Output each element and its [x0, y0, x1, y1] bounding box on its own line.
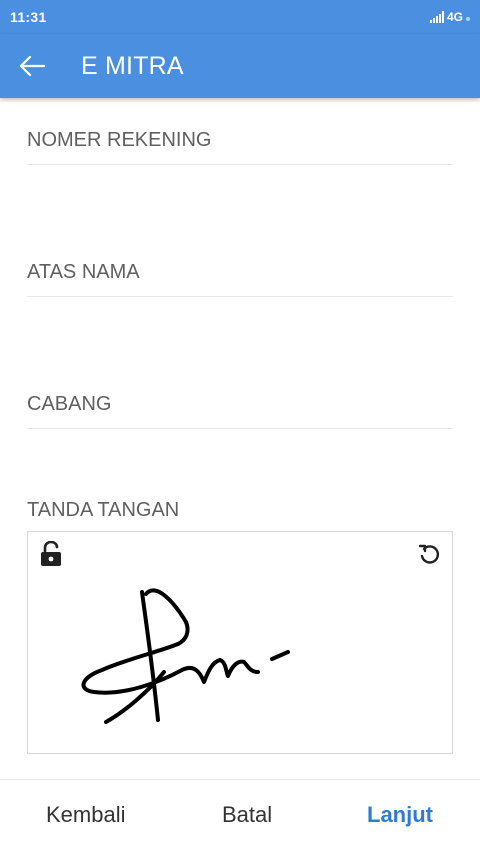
- network-type: 4G: [446, 10, 463, 24]
- status-time: 11:31: [10, 9, 47, 25]
- signature-drawing: [81, 588, 290, 724]
- account-number-field[interactable]: NOMER REKENING: [27, 129, 453, 165]
- undo-icon[interactable]: [418, 543, 440, 565]
- next-button[interactable]: Lanjut: [367, 802, 433, 828]
- signature-pad[interactable]: [27, 531, 453, 754]
- unlock-icon[interactable]: [39, 541, 63, 567]
- signature-label: TANDA TANGAN: [27, 499, 180, 521]
- status-indicators: 4G: [429, 10, 470, 24]
- branch-field[interactable]: CABANG: [27, 393, 453, 429]
- app-bar: E MITRA: [0, 34, 480, 98]
- page-title: E MITRA: [81, 51, 184, 80]
- network-activity-icon: [466, 17, 470, 21]
- back-arrow-button[interactable]: [0, 34, 64, 98]
- bottom-action-bar: Kembali Batal Lanjut: [0, 779, 480, 853]
- arrow-left-icon: [19, 55, 45, 77]
- account-name-field[interactable]: ATAS NAMA: [27, 261, 453, 297]
- status-bar: 11:31 4G: [0, 0, 480, 34]
- cancel-button[interactable]: Batal: [222, 802, 272, 828]
- signal-icon: [429, 11, 444, 23]
- back-button[interactable]: Kembali: [46, 802, 125, 828]
